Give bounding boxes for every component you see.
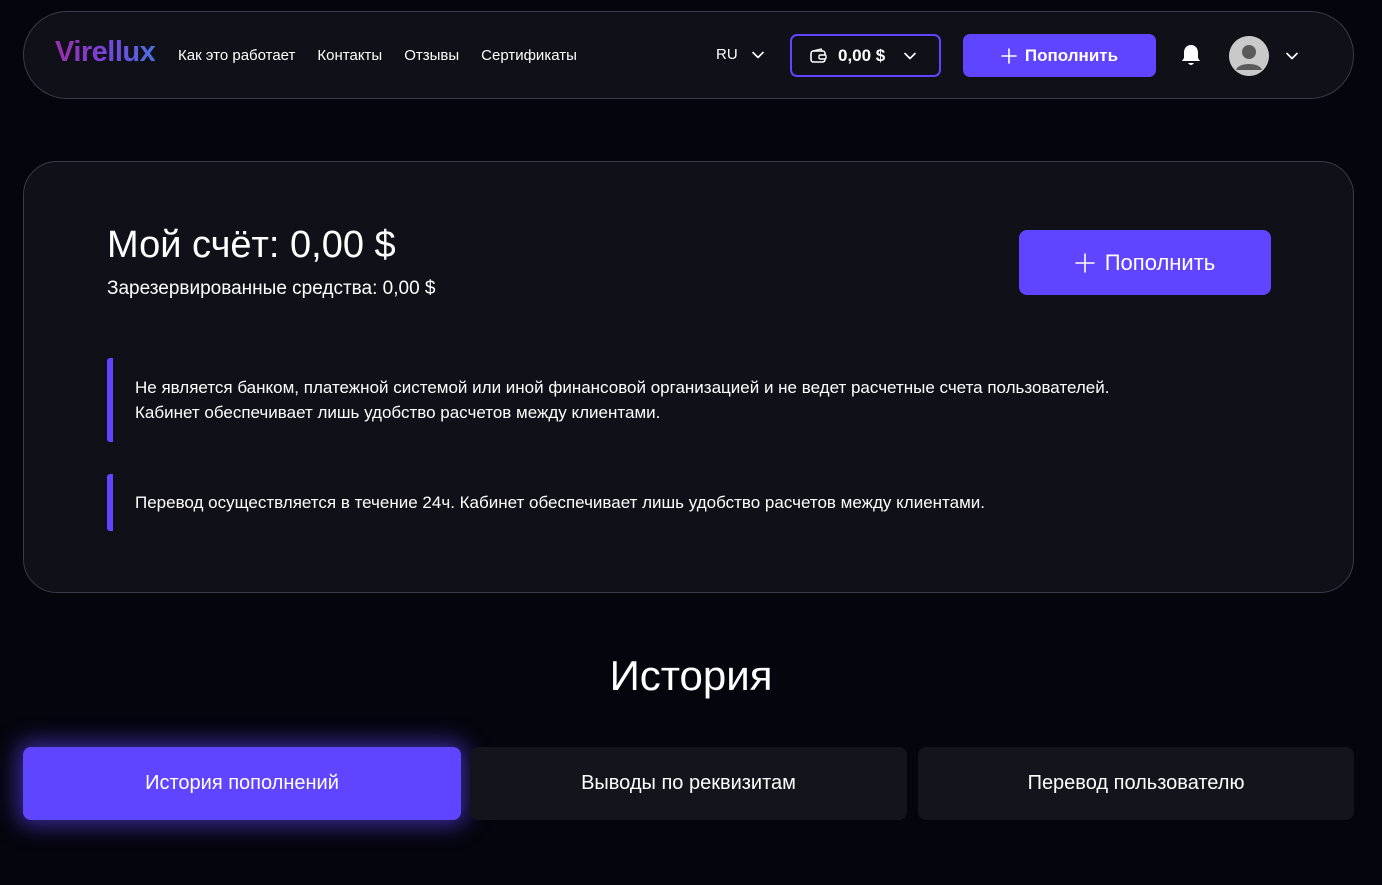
nav-link-certificates[interactable]: Сертификаты [481,47,577,64]
tab-user-transfer[interactable]: Перевод пользователю [918,747,1354,820]
language-selector[interactable]: RU [716,46,764,63]
wallet-balance-dropdown[interactable]: 0,00 $ [790,34,941,77]
topup-button[interactable]: Пополнить [1019,230,1271,295]
logo[interactable]: Virellux [55,36,156,69]
main-nav: Как это работает Контакты Отзывы Сертифи… [178,47,577,64]
notice-disclaimer: Не является банком, платежной системой и… [107,358,1109,442]
topup-button-label: Пополнить [1024,45,1119,65]
nav-link-contacts[interactable]: Контакты [317,47,382,64]
account-card: Мой счёт: 0,00 $ Зарезервированные средс… [23,161,1354,593]
notice-text: Перевод осуществляется в течение 24ч. Ка… [135,493,985,512]
chevron-down-icon [751,51,764,58]
avatar-placeholder-icon [1229,36,1269,76]
history-tabs: История пополнений Выводы по реквизитам … [0,747,1382,820]
top-navbar: Virellux Как это работает Контакты Отзыв… [23,11,1354,99]
topup-button-label: Пополнить [1104,249,1216,275]
account-balance-title: Мой счёт: 0,00 $ [107,224,396,266]
notice-text: Кабинет обеспечивает лишь удобство расче… [135,403,661,422]
wallet-balance: 0,00 $ [838,45,886,65]
language-label: RU [716,46,738,63]
notice-text: Не является банком, платежной системой и… [135,378,1110,397]
user-avatar[interactable] [1229,36,1269,76]
tab-withdrawals[interactable]: Выводы по реквизитам [470,747,907,820]
reserved-funds: Зарезервированные средства: 0,00 $ [107,278,436,299]
wallet-icon [810,48,827,63]
plus-icon [1001,47,1017,64]
bell-icon[interactable] [1180,43,1202,67]
chevron-down-icon[interactable] [1286,52,1298,60]
tab-deposit-history[interactable]: История пополнений [23,747,461,820]
history-heading: История [609,652,773,699]
nav-link-reviews[interactable]: Отзывы [404,47,459,64]
plus-icon [1074,252,1095,273]
notice-transfer-time: Перевод осуществляется в течение 24ч. Ка… [107,474,985,531]
chevron-down-icon [904,52,917,59]
nav-link-how-it-works[interactable]: Как это работает [178,47,295,64]
topup-button-header[interactable]: Пополнить [963,34,1156,77]
